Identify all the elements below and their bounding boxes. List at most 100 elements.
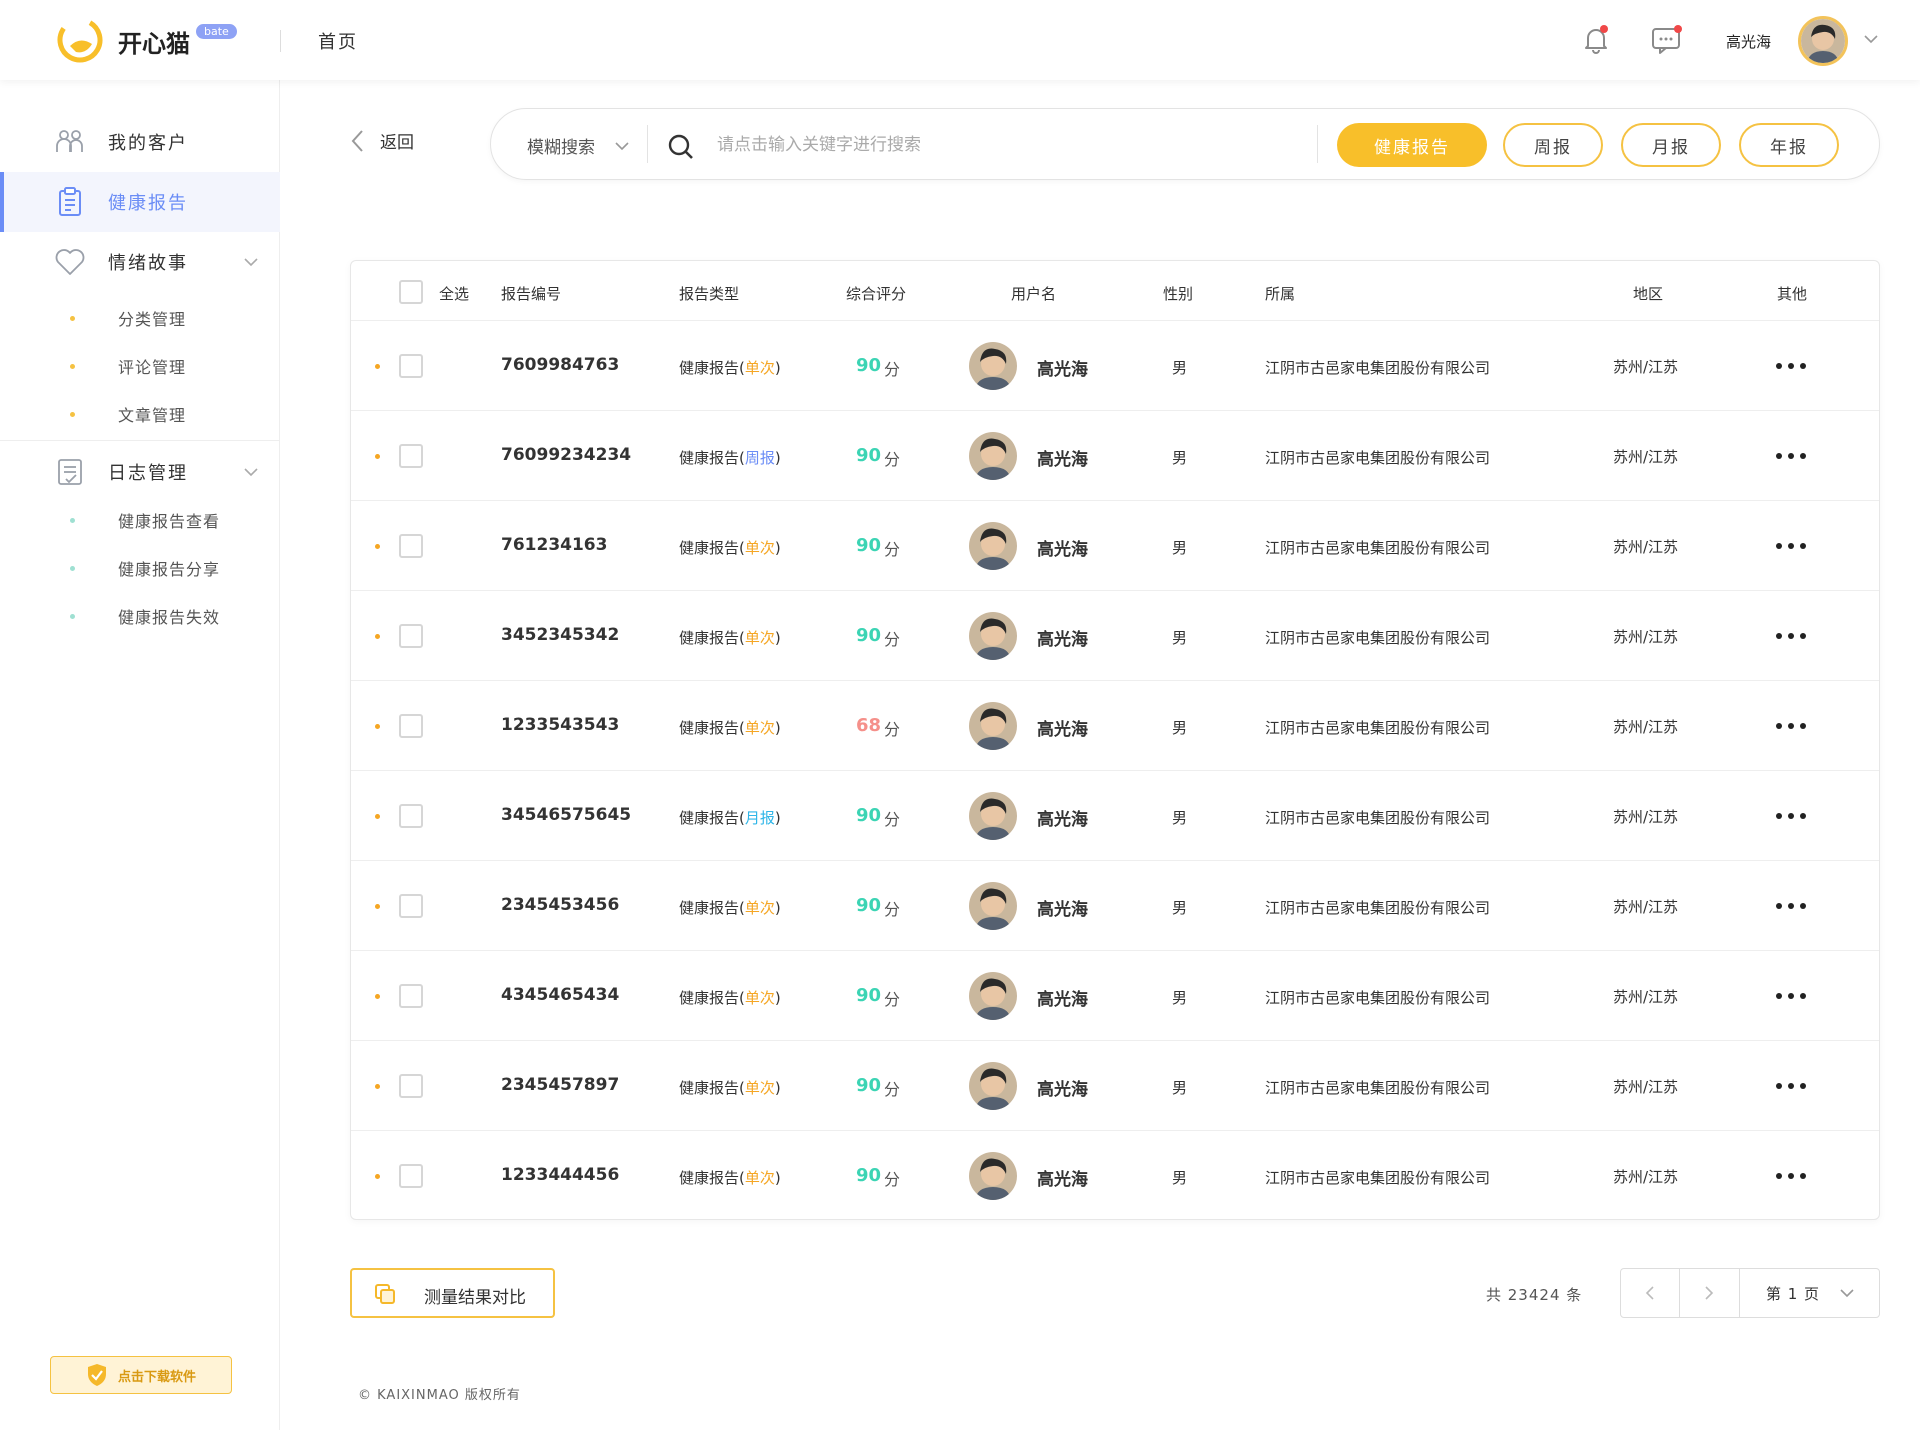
row-checkbox[interactable]	[399, 1074, 423, 1098]
sidebar-subitem-report-share[interactable]: 健康报告分享	[0, 548, 280, 588]
user-name: 高光海	[1037, 540, 1088, 560]
select-all-label[interactable]: 全选	[439, 283, 469, 304]
column-header: 地区	[1633, 285, 1664, 303]
tab-weekly[interactable]: 周报	[1503, 123, 1603, 167]
user-name: 高光海	[1037, 1170, 1088, 1190]
kaixinmao-logo-icon[interactable]	[56, 16, 104, 64]
table-row[interactable]: 1233444456 健康报告(单次) 90 分 高光海 男 江阴市古邑家电集团股份有限公司…	[351, 1131, 1879, 1219]
sidebar-subitem-label: 健康报告查看	[118, 512, 221, 531]
score-unit: 分	[884, 1080, 901, 1099]
report-type: 健康报告(月报)	[679, 807, 781, 828]
sidebar-subitem-report-expired[interactable]: 健康报告失效	[0, 596, 280, 636]
current-user-name[interactable]: 高光海	[1726, 31, 1771, 52]
more-actions-button[interactable]	[1771, 534, 1811, 558]
sidebar-subitem-label: 文章管理	[118, 406, 187, 425]
more-actions-button[interactable]	[1771, 1164, 1811, 1188]
row-checkbox[interactable]	[399, 534, 423, 558]
report-kind: 单次	[744, 719, 775, 737]
more-icon	[1776, 633, 1806, 639]
table-row[interactable]: 2345457897 健康报告(单次) 90 分 高光海 男 江阴市古邑家电集团股份有限公司…	[351, 1041, 1879, 1131]
table-row[interactable]: 34546575645 健康报告(月报) 90 分 高光海 男 江阴市古邑家电集团股份有限公…	[351, 771, 1879, 861]
back-button[interactable]: 返回	[350, 128, 414, 153]
table-row[interactable]: 761234163 健康报告(单次) 90 分 高光海 男 江阴市古邑家电集团股份有限公司 苏…	[351, 501, 1879, 591]
sidebar-subitem-comments[interactable]: 评论管理	[0, 346, 280, 386]
bell-icon[interactable]	[1580, 24, 1612, 56]
sidebar-subitem-articles[interactable]: 文章管理	[0, 394, 280, 434]
report-type-prefix: 健康报告	[679, 629, 740, 647]
sidebar-subitem-label: 评论管理	[118, 358, 187, 377]
row-checkbox[interactable]	[399, 444, 423, 468]
region: 苏州/江苏	[1613, 538, 1679, 556]
chevron-down-icon[interactable]	[244, 257, 258, 267]
chevron-down-icon[interactable]	[615, 141, 629, 151]
table-row[interactable]: 7609984763 健康报告(单次) 90 分 高光海 男 江阴市古邑家电集团股份有限公司…	[351, 321, 1879, 411]
user-avatar[interactable]	[1798, 16, 1848, 66]
more-actions-button[interactable]	[1771, 354, 1811, 378]
row-bullet	[375, 1174, 380, 1179]
column-header: 其他	[1777, 285, 1808, 303]
home-link[interactable]: 首页	[318, 28, 358, 54]
avatar-image-icon	[1801, 19, 1845, 63]
select-all-checkbox[interactable]	[399, 280, 423, 304]
row-checkbox[interactable]	[399, 354, 423, 378]
more-actions-button[interactable]	[1771, 804, 1811, 828]
sidebar-subitem-category[interactable]: 分类管理	[0, 298, 280, 338]
avatar-image-icon	[969, 1152, 1017, 1200]
row-checkbox[interactable]	[399, 804, 423, 828]
search-icon[interactable]	[667, 133, 695, 161]
search-input[interactable]	[717, 129, 1297, 161]
sidebar-subitem-label: 健康报告失效	[118, 608, 221, 627]
more-icon	[1776, 453, 1806, 459]
more-actions-button[interactable]	[1771, 444, 1811, 468]
table-row[interactable]: 4345465434 健康报告(单次) 90 分 高光海 男 江阴市古邑家电集团股份有限公司…	[351, 951, 1879, 1041]
row-bullet	[375, 724, 380, 729]
row-checkbox[interactable]	[399, 624, 423, 648]
sidebar-item-emotion-story[interactable]: 情绪故事	[0, 232, 280, 292]
sidebar-item-health-report[interactable]: 健康报告	[0, 172, 280, 232]
compare-results-button[interactable]: 测量结果对比	[350, 1268, 555, 1318]
gender: 男	[1172, 989, 1188, 1007]
chevron-down-icon[interactable]	[1864, 34, 1878, 44]
next-page-button[interactable]	[1680, 1269, 1738, 1317]
score-value: 90	[856, 1165, 882, 1186]
report-type-prefix: 健康报告	[679, 989, 740, 1007]
more-actions-button[interactable]	[1771, 1074, 1811, 1098]
row-checkbox[interactable]	[399, 894, 423, 918]
row-checkbox[interactable]	[399, 984, 423, 1008]
report-table: 全选 报告编号 报告类型 综合评分 用户名 性别 所属 地区 其他 760998…	[350, 260, 1880, 1220]
download-software-button[interactable]: 点击下载软件	[50, 1356, 232, 1394]
tab-yearly[interactable]: 年报	[1739, 123, 1839, 167]
more-actions-button[interactable]	[1771, 624, 1811, 648]
user-avatar	[969, 342, 1017, 390]
sidebar-subitem-report-view[interactable]: 健康报告查看	[0, 500, 280, 540]
message-icon[interactable]	[1650, 24, 1684, 56]
more-icon	[1776, 543, 1806, 549]
row-checkbox[interactable]	[399, 714, 423, 738]
table-row[interactable]: 1233543543 健康报告(单次) 68 分 高光海 男 江阴市古邑家电集团股份有限公司…	[351, 681, 1879, 771]
score-unit: 分	[884, 540, 901, 559]
more-actions-button[interactable]	[1771, 984, 1811, 1008]
page-select[interactable]: 第 1 页	[1740, 1269, 1880, 1317]
report-type-prefix: 健康报告	[679, 899, 740, 917]
table-row[interactable]: 2345453456 健康报告(单次) 90 分 高光海 男 江阴市古邑家电集团股份有限公司…	[351, 861, 1879, 951]
score-value: 90	[856, 625, 882, 646]
sidebar-item-label: 日志管理	[108, 463, 188, 484]
more-actions-button[interactable]	[1771, 714, 1811, 738]
tab-monthly[interactable]: 月报	[1621, 123, 1721, 167]
search-mode-select[interactable]: 模糊搜索	[527, 133, 595, 158]
tab-health-report[interactable]: 健康报告	[1337, 123, 1487, 167]
report-kind: 单次	[744, 989, 775, 1007]
sidebar-item-log-management[interactable]: 日志管理	[0, 442, 280, 502]
divider	[280, 30, 281, 52]
sidebar-item-customers[interactable]: 我的客户	[0, 112, 280, 172]
sidebar-subitem-label: 健康报告分享	[118, 560, 221, 579]
table-row[interactable]: 76099234234 健康报告(周报) 90 分 高光海 男 江阴市古邑家电集团股份有限公…	[351, 411, 1879, 501]
sidebar: 我的客户 健康报告 情绪故事 分类管理 评论管理 文章管理 日志管理 健康报告查…	[0, 80, 280, 1430]
sidebar-item-label: 我的客户	[108, 133, 188, 154]
prev-page-button[interactable]	[1621, 1269, 1679, 1317]
chevron-down-icon[interactable]	[244, 467, 258, 477]
user-avatar	[969, 1062, 1017, 1110]
table-row[interactable]: 3452345342 健康报告(单次) 90 分 高光海 男 江阴市古邑家电集团股份有限公司…	[351, 591, 1879, 681]
more-actions-button[interactable]	[1771, 894, 1811, 918]
row-checkbox[interactable]	[399, 1164, 423, 1188]
